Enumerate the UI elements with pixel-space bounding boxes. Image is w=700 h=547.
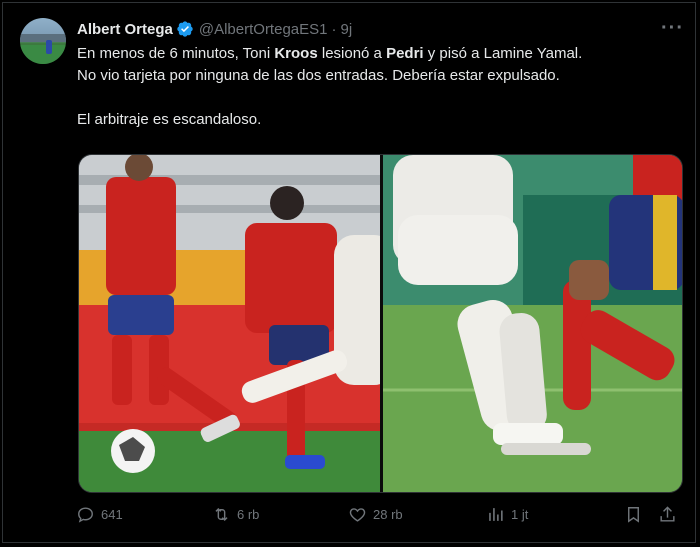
repost-icon — [215, 507, 228, 522]
post-time[interactable]: 9j — [340, 21, 352, 38]
views-button[interactable]: 1 jt — [486, 505, 528, 524]
share-button[interactable] — [658, 505, 683, 524]
media-image-left[interactable] — [79, 155, 380, 492]
avatar[interactable] — [20, 18, 66, 64]
reply-icon — [78, 507, 93, 523]
tweet-text: En menos de 6 minutos, Toni Kroos lesion… — [77, 43, 677, 131]
tweet-line-1: En menos de 6 minutos, Toni Kroos lesion… — [77, 45, 583, 62]
reply-count: 641 — [101, 507, 123, 522]
share-icon — [660, 506, 675, 522]
bookmark-icon — [628, 507, 639, 523]
author-name[interactable]: Albert Ortega — [77, 21, 173, 38]
tweet-line-3: El arbitraje es escandaloso. — [77, 111, 262, 128]
like-count: 28 rb — [373, 507, 403, 522]
repost-button[interactable]: 6 rb — [212, 505, 259, 524]
action-bar: 641 6 rb 28 rb 1 jt — [0, 505, 700, 529]
tweet-header: Albert Ortega @AlbertOrtegaES1 · 9j — [77, 18, 352, 40]
media-grid[interactable] — [78, 154, 683, 493]
heart-icon — [349, 508, 366, 522]
separator-dot: · — [331, 20, 337, 38]
tweet-card[interactable]: Albert Ortega @AlbertOrtegaES1 · 9j ··· … — [2, 2, 696, 543]
repost-count: 6 rb — [237, 507, 260, 522]
reply-button[interactable]: 641 — [76, 505, 123, 524]
tweet-line-2: No vio tarjeta por ninguna de las dos en… — [77, 67, 560, 84]
like-button[interactable]: 28 rb — [348, 505, 403, 524]
media-image-right[interactable] — [383, 155, 682, 492]
bookmark-button[interactable] — [624, 505, 649, 524]
verified-badge-icon — [177, 21, 193, 37]
views-icon — [489, 508, 503, 521]
more-options-icon[interactable]: ··· — [661, 17, 684, 40]
views-count: 1 jt — [511, 507, 529, 522]
author-handle[interactable]: @AlbertOrtegaES1 — [199, 21, 328, 38]
